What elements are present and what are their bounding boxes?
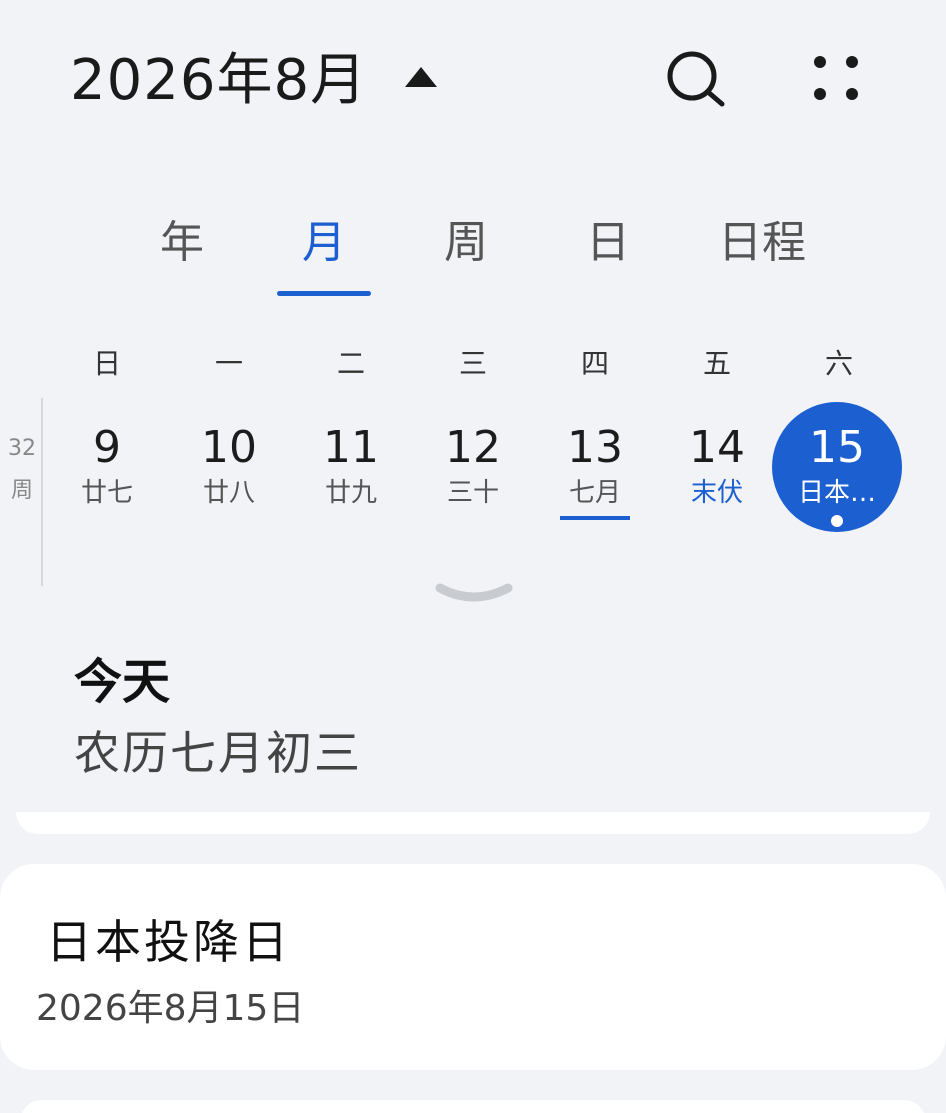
month-title: 2026年8月 <box>70 48 368 113</box>
event-title: 日本投降日 <box>46 915 291 969</box>
day-cell[interactable]: 12 三十 <box>412 420 534 510</box>
tab-agenda[interactable]: 日程 <box>692 210 832 276</box>
tab-year[interactable]: 年 <box>112 210 252 276</box>
search-icon <box>667 51 725 107</box>
caret-up-icon <box>405 67 438 87</box>
lunar-date: 廿九 <box>324 478 377 508</box>
tab-month[interactable]: 月 <box>254 210 394 276</box>
day-cell[interactable]: 10 廿八 <box>168 420 290 510</box>
day-cell[interactable]: 13 七月 <box>534 420 656 520</box>
calendar-screen: 2026年8月 年 月 周 日 日程 日 一 二 三 四 五 六 32 周 9 … <box>0 0 946 1113</box>
day-number: 15 <box>809 422 865 473</box>
weekday-label: 六 <box>824 347 853 380</box>
day-number: 9 <box>93 422 121 473</box>
day-number: 13 <box>567 422 623 473</box>
more-button[interactable] <box>804 50 868 106</box>
more-dots-icon <box>814 56 858 100</box>
weekday-label: 三 <box>458 347 487 380</box>
weekday-label: 四 <box>580 347 609 380</box>
lunar-date: 末伏 <box>690 478 743 508</box>
weekday-label: 五 <box>702 347 731 380</box>
search-button[interactable] <box>662 48 734 112</box>
lunar-date: 三十 <box>446 478 499 508</box>
view-tabs: 年 月 周 日 日程 <box>0 210 946 300</box>
expand-calendar-button[interactable] <box>434 580 514 610</box>
day-number: 10 <box>201 422 257 473</box>
event-date: 2026年8月15日 <box>36 988 305 1029</box>
day-cell[interactable]: 9 廿七 <box>46 420 168 510</box>
month-selector[interactable]: 2026年8月 <box>70 48 438 114</box>
today-label: 今天 <box>74 654 171 710</box>
event-preview: 日本… <box>797 478 876 508</box>
day-number: 14 <box>689 422 745 473</box>
day-cell[interactable]: 14 末伏 <box>656 420 778 510</box>
day-number: 11 <box>323 422 379 473</box>
weekday-label: 一 <box>214 347 243 380</box>
day-number: 12 <box>445 422 501 473</box>
week-divider <box>41 398 43 586</box>
lunar-date: 廿七 <box>80 478 133 508</box>
card-edge <box>16 812 930 834</box>
lunar-date-full: 农历七月初三 <box>74 726 362 780</box>
week-number-unit: 周 <box>10 478 33 503</box>
weekday-label: 日 <box>92 347 121 380</box>
week-number-value: 32 <box>8 436 36 461</box>
day-cell[interactable]: 11 廿九 <box>290 420 412 510</box>
weekday-label: 二 <box>336 347 365 380</box>
event-dot <box>831 515 843 527</box>
lunar-date: 七月 <box>560 476 630 520</box>
week-number: 32 周 <box>0 428 44 512</box>
chevron-down-icon <box>435 583 513 602</box>
weekday-header: 日 一 二 三 四 五 六 <box>46 340 946 390</box>
tab-day[interactable]: 日 <box>538 210 678 276</box>
active-tab-indicator <box>277 291 371 296</box>
event-card[interactable]: 日本投降日 2026年8月15日 <box>0 864 946 1070</box>
card-edge <box>20 1100 926 1113</box>
tab-week[interactable]: 周 <box>396 210 536 276</box>
day-cell-today[interactable]: 15 日本… <box>776 420 898 510</box>
lunar-date: 廿八 <box>202 478 255 508</box>
